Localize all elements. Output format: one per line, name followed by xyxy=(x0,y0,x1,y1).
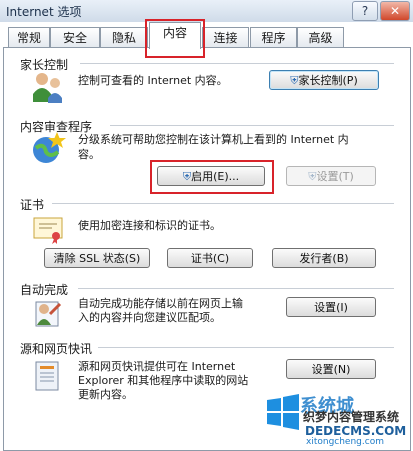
advisor-desc-2: 容。 xyxy=(78,148,100,161)
divider xyxy=(110,125,394,126)
certificates-button[interactable]: 证书(C) xyxy=(167,248,253,268)
feeds-desc-1: 源和网页快讯提供可在 Internet xyxy=(78,360,236,373)
autocomplete-desc-1: 自动完成功能存储以前在网页上输 xyxy=(78,297,243,310)
watermark-site: xitongcheng.com xyxy=(306,437,384,447)
clear-ssl-button[interactable]: 清除 SSL 状态(S) xyxy=(44,248,150,268)
windows-logo-icon xyxy=(267,394,299,430)
watermark-text2: DEDECMS.COM xyxy=(305,424,407,438)
family-icon xyxy=(33,73,62,103)
enable-highlight-box xyxy=(150,160,274,194)
section-title-feeds: 源和网页快讯 xyxy=(20,342,93,356)
advisor-settings-button[interactable]: ⛨设置(T) xyxy=(286,166,376,186)
divider xyxy=(78,288,394,289)
section-title-certificates: 证书 xyxy=(20,198,45,212)
advisor-settings-label: 设置(T) xyxy=(316,170,354,183)
globe-star-icon xyxy=(33,132,66,163)
feeds-desc-3: 更新内容。 xyxy=(78,388,133,401)
parental-controls-label: 家长控制(P) xyxy=(298,74,358,87)
feeds-desc-2: Explorer 和其他程序中读取的网站 xyxy=(78,374,249,387)
parental-controls-button[interactable]: ⛨家长控制(P) xyxy=(269,70,379,90)
tab-advanced[interactable]: 高级 xyxy=(297,27,344,48)
advisor-desc-1: 分级系统可帮助您控制在该计算机上看到的 Internet 内 xyxy=(78,133,349,146)
shield-icon: ⛨ xyxy=(290,74,299,87)
help-button[interactable]: ? xyxy=(352,1,378,21)
tab-general[interactable]: 常规 xyxy=(8,27,50,48)
feeds-settings-button[interactable]: 设置(N) xyxy=(286,359,376,379)
feed-icon xyxy=(35,361,59,391)
title-bar: Internet 选项 ? ✕ xyxy=(0,0,413,23)
tab-security[interactable]: 安全 xyxy=(50,27,100,48)
certificate-icon xyxy=(33,217,63,244)
parental-desc: 控制可查看的 Internet 内容。 xyxy=(78,74,228,87)
certificates-desc: 使用加密连接和标识的证书。 xyxy=(78,219,221,232)
tab-bar: 常规 安全 隐私 内容 连接 程序 高级 xyxy=(0,22,413,49)
divider xyxy=(98,347,394,348)
tab-highlight-box xyxy=(145,19,205,58)
tab-privacy[interactable]: 隐私 xyxy=(100,27,148,48)
publishers-button[interactable]: 发行者(B) xyxy=(272,248,376,268)
autocomplete-settings-button[interactable]: 设置(I) xyxy=(286,297,376,317)
tab-connections[interactable]: 连接 xyxy=(202,27,249,48)
close-button[interactable]: ✕ xyxy=(380,1,410,21)
divider xyxy=(52,203,394,204)
window-title: Internet 选项 xyxy=(6,5,82,19)
autocomplete-desc-2: 入的内容并向您建议匹配项。 xyxy=(78,311,221,324)
watermark-text1: 织梦内容管理系统 xyxy=(303,410,400,424)
autocomplete-icon xyxy=(35,301,62,327)
tab-programs[interactable]: 程序 xyxy=(250,27,297,48)
divider xyxy=(80,63,394,64)
